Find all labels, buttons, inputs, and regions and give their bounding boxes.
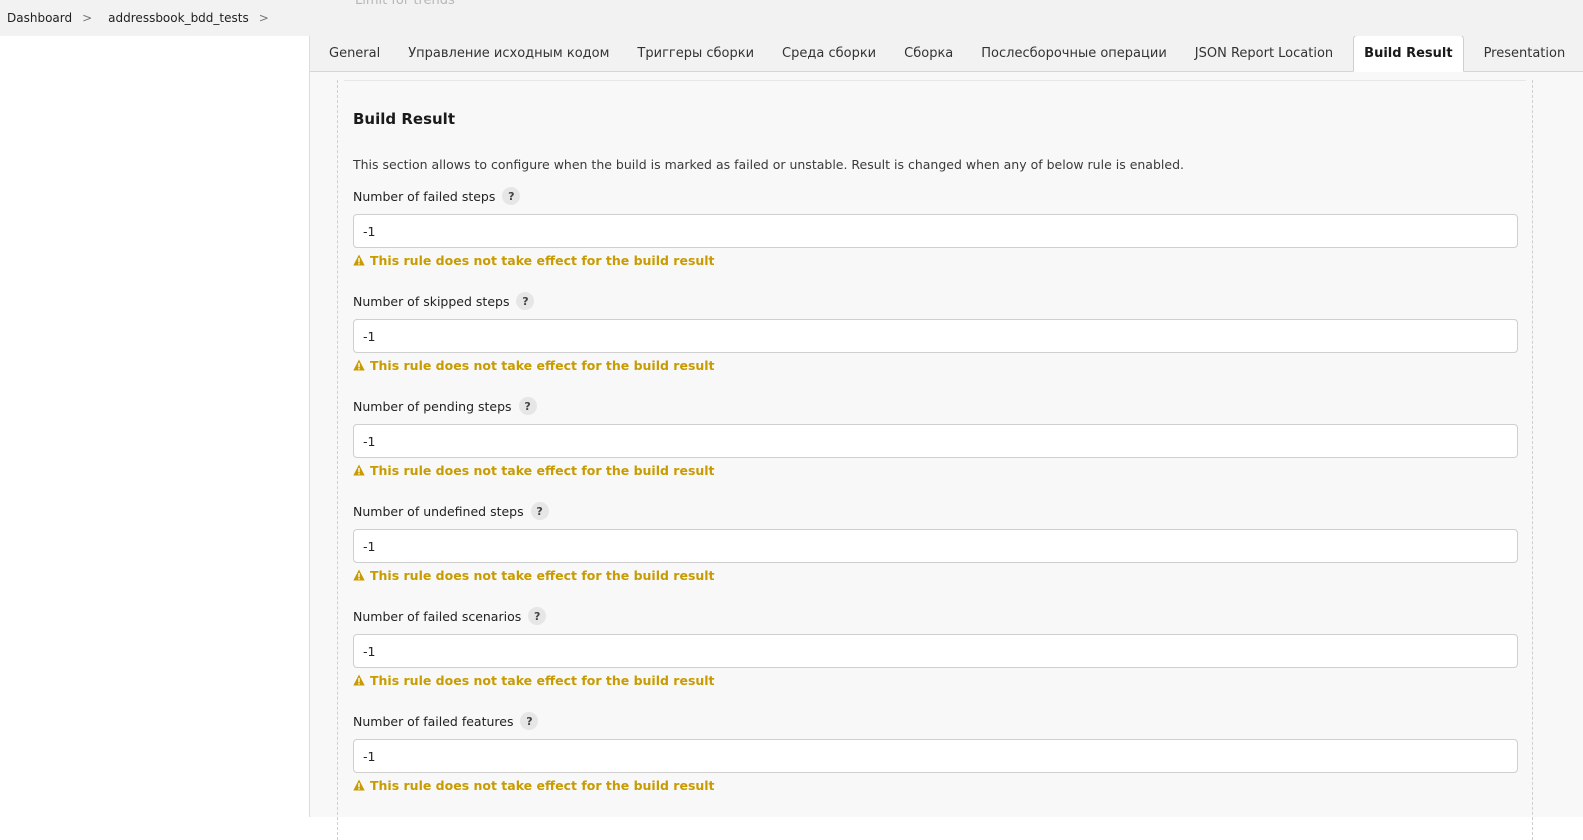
warning-text: This rule does not take effect for the b… [370, 777, 715, 793]
tab-presentation[interactable]: Presentation [1470, 35, 1580, 71]
rule-warning: This rule does not take effect for the b… [353, 462, 1518, 478]
field-label: Number of failed features [353, 713, 514, 729]
config-main: General Управление исходным кодом Тригге… [310, 35, 1583, 840]
field-skipped-steps: Number of skipped steps ? This rule does… [353, 291, 1518, 373]
field-label: Number of pending steps [353, 398, 512, 414]
tab-general[interactable]: General [315, 35, 394, 71]
field-failed-features: Number of failed features ? This rule do… [353, 711, 1518, 793]
help-icon[interactable]: ? [520, 712, 539, 730]
rule-warning: This rule does not take effect for the b… [353, 357, 1518, 373]
section-title: Build Result [353, 110, 455, 128]
help-icon[interactable]: ? [502, 187, 521, 205]
field-pending-steps: Number of pending steps ? This rule does… [353, 396, 1518, 478]
warning-icon [353, 464, 365, 476]
tab-post-build[interactable]: Послесборочные операции [967, 35, 1181, 71]
failed-features-input[interactable] [353, 739, 1518, 773]
help-icon[interactable]: ? [516, 292, 535, 310]
tab-build-result[interactable]: Build Result [1353, 35, 1464, 72]
warning-icon [353, 674, 365, 686]
field-failed-steps: Number of failed steps ? This rule does … [353, 186, 1518, 268]
warning-text: This rule does not take effect for the b… [370, 252, 715, 268]
breadcrumb: Dashboard > addressbook_bdd_tests > [0, 0, 1583, 36]
help-icon[interactable]: ? [518, 397, 537, 415]
pending-steps-input[interactable] [353, 424, 1518, 458]
tab-build[interactable]: Сборка [890, 35, 967, 71]
sidebar [0, 36, 310, 817]
chevron-right-icon: > [82, 11, 93, 25]
skipped-steps-input[interactable] [353, 319, 1518, 353]
rule-warning: This rule does not take effect for the b… [353, 777, 1518, 793]
tab-build-env[interactable]: Среда сборки [768, 35, 890, 71]
chevron-right-icon[interactable]: > [259, 11, 269, 25]
failed-steps-input[interactable] [353, 214, 1518, 248]
breadcrumb-dashboard[interactable]: Dashboard [7, 11, 72, 25]
tab-json-report-location[interactable]: JSON Report Location [1181, 35, 1347, 71]
tab-triggers[interactable]: Триггеры сборки [623, 35, 768, 71]
build-result-section: Build Result This section allows to conf… [337, 80, 1533, 840]
help-icon[interactable]: ? [530, 502, 549, 520]
config-tabs: General Управление исходным кодом Тригге… [310, 35, 1583, 72]
scrolled-field-label: Limit for trends [355, 0, 455, 8]
field-label: Number of skipped steps [353, 293, 510, 309]
warning-icon [353, 254, 365, 266]
failed-scenarios-input[interactable] [353, 634, 1518, 668]
rule-warning: This rule does not take effect for the b… [353, 567, 1518, 583]
rule-warning: This rule does not take effect for the b… [353, 252, 1518, 268]
field-label: Number of failed scenarios [353, 608, 522, 624]
field-undefined-steps: Number of undefined steps ? This rule do… [353, 501, 1518, 583]
field-failed-scenarios: Number of failed scenarios ? This rule d… [353, 606, 1518, 688]
warning-text: This rule does not take effect for the b… [370, 357, 715, 373]
warning-text: This rule does not take effect for the b… [370, 567, 715, 583]
warning-icon [353, 359, 365, 371]
warning-text: This rule does not take effect for the b… [370, 672, 715, 688]
section-divider [344, 80, 1526, 81]
field-label: Number of failed steps [353, 188, 496, 204]
warning-icon [353, 569, 365, 581]
tab-scm[interactable]: Управление исходным кодом [394, 35, 623, 71]
rule-warning: This rule does not take effect for the b… [353, 672, 1518, 688]
warning-text: This rule does not take effect for the b… [370, 462, 715, 478]
breadcrumb-job[interactable]: addressbook_bdd_tests [108, 11, 249, 25]
section-description: This section allows to configure when th… [353, 157, 1184, 172]
undefined-steps-input[interactable] [353, 529, 1518, 563]
help-icon[interactable]: ? [528, 607, 547, 625]
warning-icon [353, 779, 365, 791]
field-label: Number of undefined steps [353, 503, 524, 519]
